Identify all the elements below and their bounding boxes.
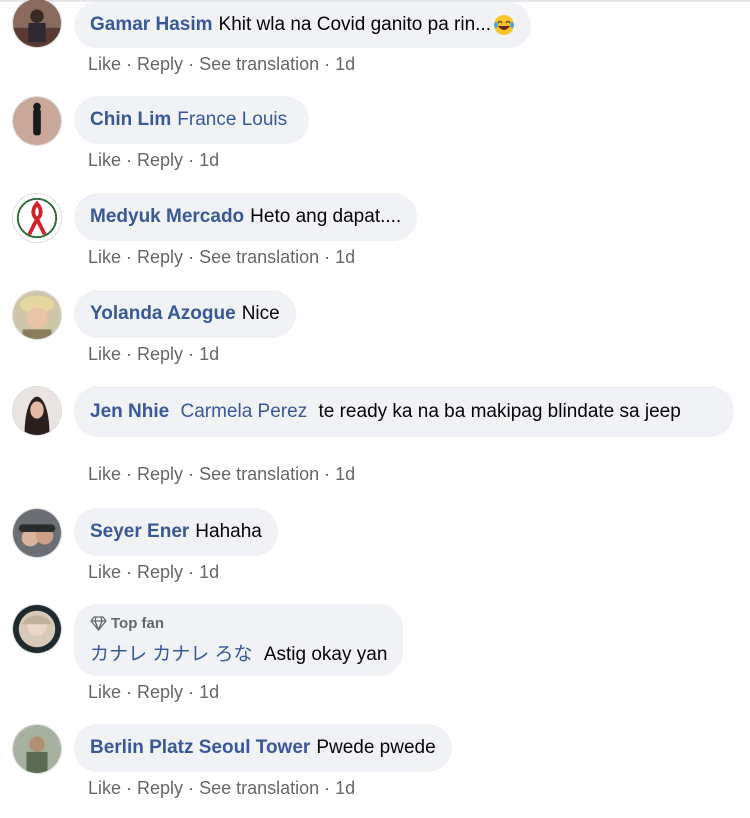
separator: · [188,682,195,702]
tagged-user[interactable]: Carmela Perez [180,401,307,422]
comment-author[interactable]: Chin Lim [90,109,171,131]
separator: · [126,247,133,267]
like-link[interactable]: Like [88,464,121,485]
tagged-user[interactable]: France Louis [177,109,287,131]
avatar[interactable] [12,724,62,774]
separator: · [188,562,195,582]
comment-actions: Like · Reply · See translation · 1d [88,54,355,75]
comment-actions: Like · Reply · 1d [88,562,219,583]
comment-bubble: Gamar Hasim Khit wla na Covid ganito pa … [74,2,532,48]
separator: · [126,562,133,582]
comment-bubble: Top fan カナレ カナレ ろな Astig okay yan [74,604,404,676]
comment-text: te ready ka na ba makipag blindate sa je… [318,401,681,422]
see-translation-link[interactable]: See translation [199,54,319,75]
comment-actions: Like · Reply · 1d [88,344,219,365]
timestamp[interactable]: 1d [335,778,355,799]
like-link[interactable]: Like [88,54,121,75]
separator: · [126,54,133,74]
comment-bubble: Yolanda Azogue Nice [74,290,296,338]
reply-link[interactable]: Reply [137,247,183,268]
like-link[interactable]: Like [88,247,121,268]
reply-link[interactable]: Reply [137,464,183,485]
comment-author[interactable]: Seyer Ener [90,521,189,543]
comment-bubble: Medyuk Mercado Heto ang dapat.... [74,193,418,241]
separator: · [188,54,195,74]
reply-link[interactable]: Reply [137,778,183,799]
comment-author[interactable]: Gamar Hasim [90,14,213,36]
separator: · [126,682,133,702]
timestamp[interactable]: 1d [199,150,219,171]
comment-bubble: Chin Lim France Louis [74,96,310,144]
comment-text: Khit wla na Covid ganito pa rin... [218,14,492,35]
comment-text: Heto ang dapat.... [250,206,402,227]
comment-author[interactable]: Yolanda Azogue [90,303,236,325]
comment-actions: Like · Reply · See translation · 1d [88,778,355,799]
reply-link[interactable]: Reply [137,150,183,171]
avatar[interactable] [12,0,62,48]
separator: · [188,247,195,267]
separator: · [324,54,331,74]
laughing-tears-emoji-icon [493,14,515,36]
separator: · [126,464,133,484]
separator: · [324,247,331,267]
reply-link[interactable]: Reply [137,562,183,583]
timestamp[interactable]: 1d [199,562,219,583]
comment-author[interactable]: Berlin Platz Seoul Tower [90,737,310,759]
comment-text: Hahaha [195,521,262,542]
comment-bubble: Seyer Ener Hahaha [74,508,278,556]
diamond-icon [90,615,107,631]
comment-text: Nice [241,303,280,324]
comment-author[interactable]: Jen Nhie [90,401,169,422]
reply-link[interactable]: Reply [137,682,183,703]
separator: · [126,778,133,798]
avatar[interactable] [12,508,62,558]
avatar[interactable] [12,604,62,654]
separator: · [188,344,195,364]
comment-bubble: Jen Nhie Carmela Perez te ready ka na ba… [74,386,734,437]
like-link[interactable]: Like [88,682,121,703]
timestamp[interactable]: 1d [335,54,355,75]
see-translation-link[interactable]: See translation [199,247,319,268]
separator: · [188,464,195,484]
comment-bubble: Berlin Platz Seoul Tower Pwede pwede [74,724,452,772]
avatar[interactable] [12,96,62,146]
comment-text: Astig okay yan [263,644,388,665]
timestamp[interactable]: 1d [199,682,219,703]
timestamp[interactable]: 1d [199,344,219,365]
comment-actions: Like · Reply · See translation · 1d [88,464,355,485]
top-fan-badge: Top fan [90,613,387,633]
avatar[interactable] [12,290,62,340]
like-link[interactable]: Like [88,344,121,365]
separator: · [188,150,195,170]
comment-actions: Like · Reply · See translation · 1d [88,247,355,268]
like-link[interactable]: Like [88,778,121,799]
comment-actions: Like · Reply · 1d [88,682,219,703]
comment-author[interactable]: カナレ カナレ ろな [90,644,253,665]
separator: · [324,778,331,798]
separator: · [126,150,133,170]
timestamp[interactable]: 1d [335,247,355,268]
separator: · [188,778,195,798]
avatar[interactable] [12,193,62,243]
avatar[interactable] [12,386,62,436]
like-link[interactable]: Like [88,562,121,583]
separator: · [126,344,133,364]
comment-actions: Like · Reply · 1d [88,150,219,171]
badge-label: Top fan [111,614,165,632]
see-translation-link[interactable]: See translation [199,464,319,485]
like-link[interactable]: Like [88,150,121,171]
comment-text: Pwede pwede [316,737,436,758]
reply-link[interactable]: Reply [137,54,183,75]
reply-link[interactable]: Reply [137,344,183,365]
separator: · [324,464,331,484]
see-translation-link[interactable]: See translation [199,778,319,799]
timestamp[interactable]: 1d [335,464,355,485]
comment-author[interactable]: Medyuk Mercado [90,206,244,228]
